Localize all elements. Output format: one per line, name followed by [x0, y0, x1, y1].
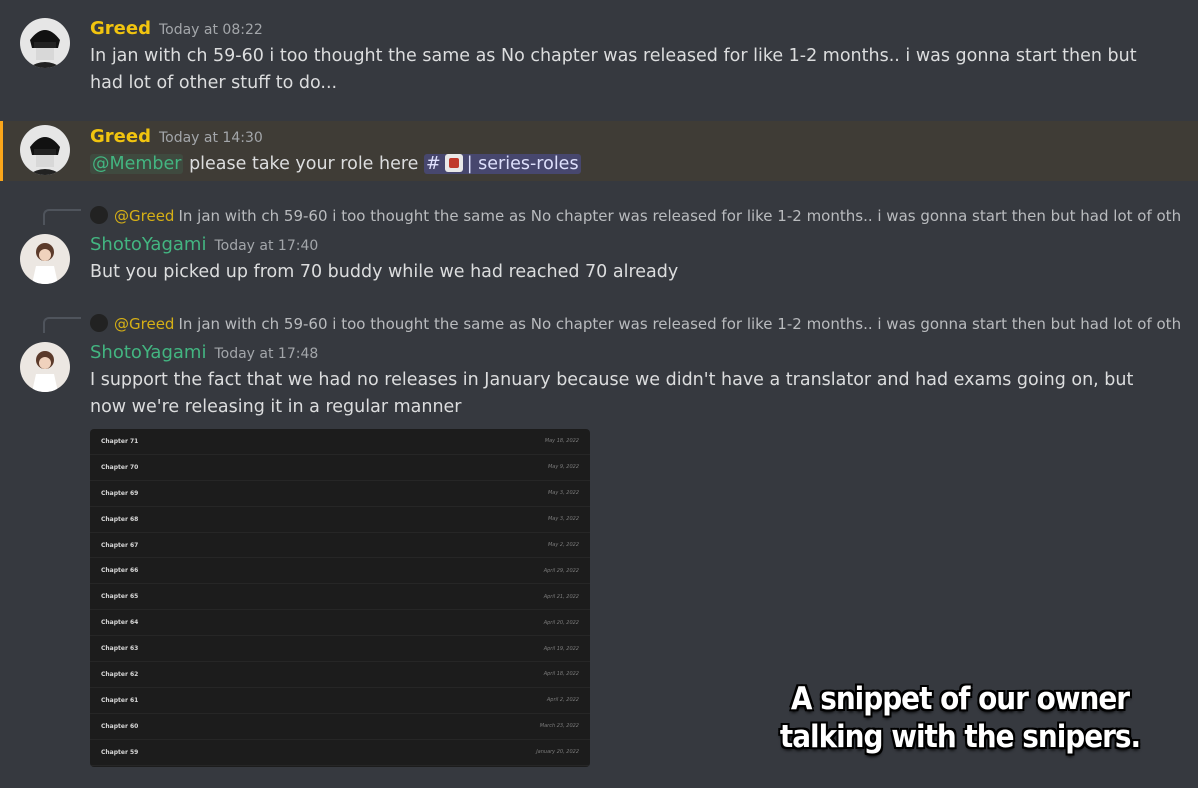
greed-avatar[interactable] — [20, 125, 70, 175]
chapter-date: April 21, 2022 — [543, 593, 579, 600]
chapter-row: Chapter 59 January 20, 2022 — [90, 740, 590, 766]
channel-name: | series-roles — [466, 154, 579, 174]
message-shoto-1: @Greed In jan with ch 59-60 i too thought… — [0, 200, 1198, 300]
channel-mention[interactable]: # | series-roles — [424, 154, 581, 174]
chapter-date: March 23, 2022 — [539, 723, 579, 730]
reply-avatar-icon — [90, 206, 108, 224]
chapter-date: April 29, 2022 — [543, 567, 579, 574]
chapter-date: April 19, 2022 — [543, 645, 579, 652]
chapter-row: Chapter 61 April 2, 2022 — [90, 688, 590, 714]
chapter-date: May 3, 2022 — [547, 490, 579, 497]
chapter-date: January 20, 2022 — [536, 749, 579, 756]
greed-avatar[interactable] — [20, 18, 70, 68]
message-shoto-2: @Greed In jan with ch 59-60 i too thought… — [0, 308, 1198, 428]
message-text: I support the fact that we had no releas… — [90, 370, 1134, 417]
chapter-date: April 2, 2022 — [546, 697, 579, 704]
chapter-date: May 2, 2022 — [547, 542, 579, 548]
reply-author[interactable]: @Greed — [114, 207, 174, 225]
chapter-name: Chapter 68 — [101, 515, 139, 523]
message-greed-2: Greed Today at 14:30 @Member please take … — [0, 121, 1198, 181]
chapter-date: April 20, 2022 — [543, 619, 579, 626]
chapter-row: Chapter 71 May 18, 2022 — [90, 429, 590, 455]
message-content: @Member please take your role here # | se… — [90, 151, 1150, 178]
chapter-name: Chapter 61 — [101, 696, 139, 704]
timestamp: Today at 17:40 — [214, 238, 319, 254]
chapter-row: Chapter 65 April 21, 2022 — [90, 584, 590, 611]
chapter-row: Chapter 69 May 3, 2022 — [90, 481, 590, 507]
shoto-avatar[interactable] — [20, 342, 70, 392]
chapter-name: Chapter 69 — [101, 489, 139, 497]
chapter-name: Chapter 64 — [101, 619, 139, 627]
chapter-name: Chapter 67 — [101, 541, 139, 549]
chapter-row: Chapter 70 May 9, 2022 — [90, 455, 590, 481]
chapter-name: Chapter 59 — [101, 748, 139, 756]
reply-connector — [43, 209, 81, 225]
chapter-row: Chapter 67 May 2, 2022 — [90, 533, 590, 559]
reply-text: In jan with ch 59-60 i too thought the s… — [178, 315, 1180, 333]
chapter-row: Chapter 60 March 23, 2022 — [90, 714, 590, 740]
chapter-row: Chapter 66 April 29, 2022 — [90, 558, 590, 585]
message-greed-1: Greed Today at 08:22 In jan with ch 59-60… — [0, 0, 1198, 110]
chapter-name: Chapter 71 — [101, 437, 139, 445]
chapter-name: Chapter 60 — [101, 722, 139, 730]
channel-emoji-icon — [444, 154, 463, 172]
chapter-row: Chapter 62 April 18, 2022 — [90, 662, 590, 688]
caption-overlay: A snippet of our owner talking with the … — [779, 681, 1141, 755]
chapter-date: May 3, 2022 — [547, 516, 579, 523]
role-mention[interactable]: @Member — [90, 154, 184, 174]
message-text: But you picked up from 70 buddy while we… — [90, 262, 679, 282]
reply-text: In jan with ch 59-60 i too thought the s… — [178, 207, 1180, 225]
timestamp: Today at 17:48 — [214, 346, 319, 362]
timestamp: Today at 14:30 — [158, 130, 263, 146]
chapter-row: Chapter 68 May 3, 2022 — [90, 507, 590, 533]
message-text: please take your role here — [189, 154, 419, 174]
chapter-date: April 18, 2022 — [543, 671, 579, 678]
username-greed[interactable]: Greed — [90, 126, 151, 147]
reply-connector — [43, 317, 81, 333]
chapter-name: Chapter 66 — [101, 567, 139, 575]
reply-author[interactable]: @Greed — [114, 315, 174, 333]
chapter-row: Chapter 64 April 20, 2022 — [90, 610, 590, 637]
username-shotoyagami[interactable]: ShotoYagami — [90, 234, 206, 255]
chapter-name: Chapter 65 — [101, 593, 139, 601]
chapter-name: Chapter 62 — [101, 670, 139, 678]
reply-preview[interactable]: @Greed In jan with ch 59-60 i too thought… — [90, 206, 1180, 225]
chapter-date: May 9, 2022 — [547, 464, 579, 471]
hash-icon: # — [426, 154, 441, 174]
image-attachment[interactable]: Chapter 71 May 18, 2022 Chapter 70 May 9, 2… — [90, 429, 590, 767]
username-greed[interactable]: Greed — [90, 18, 151, 39]
chapter-name: Chapter 63 — [101, 645, 139, 653]
chapter-row: Chapter 63 April 19, 2022 — [90, 636, 590, 663]
chapter-date: May 18, 2022 — [544, 438, 579, 445]
username-shotoyagami[interactable]: ShotoYagami — [90, 342, 206, 363]
shoto-avatar[interactable] — [20, 234, 70, 284]
chapter-name: Chapter 70 — [101, 463, 139, 471]
timestamp: Today at 08:22 — [158, 22, 263, 38]
message-text: In jan with ch 59-60 i too thought the s… — [90, 46, 1137, 93]
reply-preview[interactable]: @Greed In jan with ch 59-60 i too thought… — [90, 314, 1180, 333]
reply-avatar-icon — [90, 314, 108, 332]
